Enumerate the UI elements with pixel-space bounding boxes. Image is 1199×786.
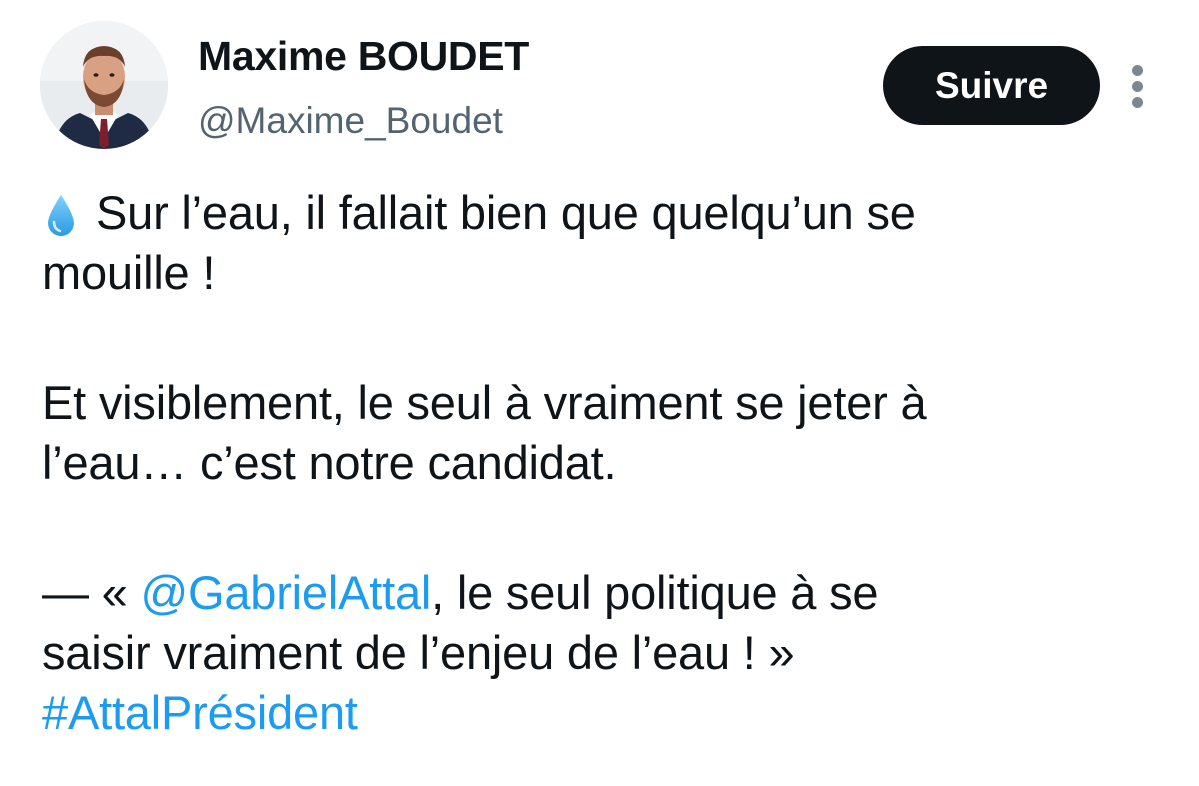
tweet-text-line-6: saisir vraiment de l’enjeu de l’eau ! » xyxy=(42,626,795,679)
tweet-text: Sur l’eau, il fallait bien que quelqu’un… xyxy=(42,183,1162,743)
quote-prefix: — « xyxy=(42,566,141,619)
quote-text: , le seul politique à se xyxy=(431,566,879,619)
author-display-name[interactable]: Maxime BOUDET xyxy=(198,30,529,82)
tweet-text-line-3: Et visiblement, le seul à vraiment se je… xyxy=(42,376,927,429)
more-dot xyxy=(1132,65,1143,76)
tweet-text-line-2: mouille ! xyxy=(42,246,216,299)
author-handle[interactable]: @Maxime_Boudet xyxy=(198,97,503,145)
tweet-line: Sur l’eau, il fallait bien que quelqu’un… xyxy=(42,183,1162,243)
mention-link[interactable]: @GabrielAttal xyxy=(140,566,431,619)
tweet-card: Maxime BOUDET @Maxime_Boudet Suivre Sur … xyxy=(0,0,1199,786)
avatar[interactable] xyxy=(40,21,168,149)
more-dot xyxy=(1132,81,1143,92)
more-dot xyxy=(1132,97,1143,108)
tweet-text-line-4: l’eau… c’est notre candidat. xyxy=(42,436,617,489)
more-vertical-icon[interactable] xyxy=(1124,60,1152,112)
avatar-portrait xyxy=(40,21,168,149)
hashtag-link[interactable]: #AttalPrésident xyxy=(42,686,358,739)
tweet-line: — « @GabrielAttal, le seul politique à s… xyxy=(42,563,1162,623)
tweet-text-line-1: Sur l’eau, il fallait bien que quelqu’un… xyxy=(96,186,916,239)
tweet-line: #AttalPrésident xyxy=(42,683,1162,743)
follow-button[interactable]: Suivre xyxy=(883,46,1100,125)
